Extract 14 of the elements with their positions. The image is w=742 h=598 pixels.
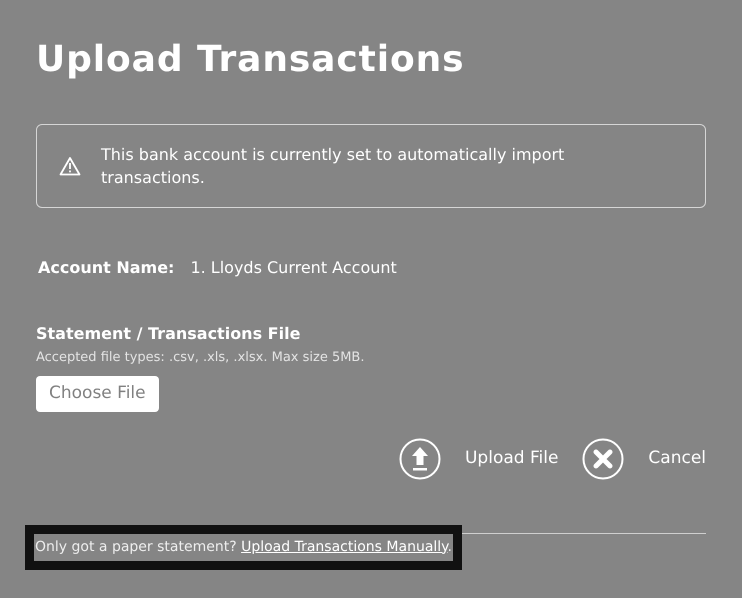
upload-file-button[interactable]: Upload File [398,438,558,480]
manual-upload-link[interactable]: Upload Transactions Manually [241,538,448,554]
cancel-button[interactable]: Cancel [582,438,706,480]
alert-message: This bank account is currently set to automatically import transactions. [101,144,566,189]
account-value: 1. Lloyds Current Account [190,257,397,279]
choose-file-button[interactable]: Choose File [36,376,159,412]
warning-icon [59,156,81,176]
file-types-hint: Accepted file types: .csv, .xls, .xlsx. Max size 5MB. [36,349,366,367]
upload-icon [398,438,441,480]
page-title: Upload Transactions [36,38,466,82]
account-label: Account Name: [38,257,174,279]
section-heading: Statement / Transactions File [36,323,302,345]
close-icon [582,438,624,480]
footer-note: Only got a paper statement? Upload Transactions Manually. [25,524,462,570]
